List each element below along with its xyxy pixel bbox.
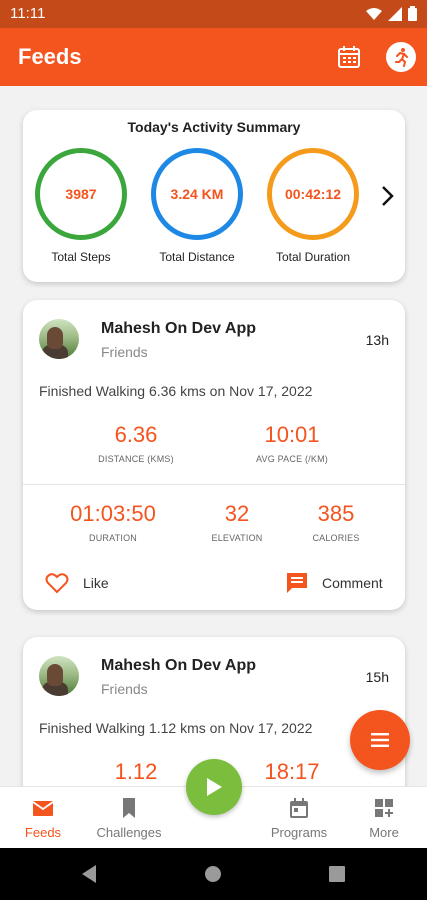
distance-value: 1.12 xyxy=(114,759,158,784)
nav-more-label: More xyxy=(369,825,399,840)
nav-challenges[interactable]: Challenges xyxy=(86,797,172,840)
total-distance-value: 3.24 KM xyxy=(170,186,224,202)
nav-feeds[interactable]: Feeds xyxy=(0,797,86,840)
recents-icon[interactable] xyxy=(328,865,346,883)
status-icons xyxy=(366,6,417,21)
heart-icon xyxy=(45,573,69,594)
total-duration-value: 00:42:12 xyxy=(284,186,342,202)
wifi-icon xyxy=(366,7,382,20)
feed-user-name[interactable]: Mahesh On Dev App xyxy=(101,320,256,338)
mail-icon xyxy=(32,801,54,816)
status-bar: 11:11 xyxy=(0,0,427,28)
menu-icon xyxy=(371,733,389,747)
nav-programs[interactable]: Programs xyxy=(256,797,342,840)
avatar[interactable] xyxy=(39,319,79,359)
comment-icon xyxy=(287,573,307,593)
nav-challenges-label: Challenges xyxy=(96,825,162,840)
start-activity-button[interactable] xyxy=(186,759,242,815)
feed-time-ago: 13h xyxy=(365,332,389,348)
duration-label: DURATION xyxy=(89,533,137,543)
elevation-label: ELEVATION xyxy=(211,533,263,543)
feed-card[interactable]: Mahesh On Dev App Friends 13h Finished W… xyxy=(23,300,405,610)
like-label: Like xyxy=(83,575,109,591)
elevation-value: 32 xyxy=(224,501,250,526)
runner-icon xyxy=(395,48,408,67)
page-title: Feeds xyxy=(18,44,82,69)
pace-value: 18:17 xyxy=(264,759,320,784)
app-bar: Feeds xyxy=(0,28,427,86)
activity-summary-card: Today's Activity Summary 3987 Total Step… xyxy=(23,110,405,282)
calories-label: CALORIES xyxy=(312,533,360,543)
feed-user-name[interactable]: Mahesh On Dev App xyxy=(101,657,256,675)
like-button[interactable]: Like xyxy=(45,572,109,594)
calendar-icon xyxy=(290,798,308,818)
feed-time-ago: 15h xyxy=(365,669,389,685)
total-distance-ring: 3.24 KM xyxy=(151,148,243,240)
summary-title: Today's Activity Summary xyxy=(127,119,301,135)
battery-icon xyxy=(408,6,417,21)
comment-button[interactable]: Comment xyxy=(286,572,383,594)
calories-metric: 385 CALORIES xyxy=(291,501,381,543)
nav-programs-label: Programs xyxy=(270,825,328,840)
feed-activity-text: Finished Walking 1.12 kms on Nov 17, 202… xyxy=(39,720,313,736)
total-duration-ring: 00:42:12 xyxy=(267,148,359,240)
play-icon xyxy=(207,778,222,796)
pace-label: AVG PACE (/KM) xyxy=(256,454,328,464)
elevation-metric: 32 ELEVATION xyxy=(187,501,287,543)
system-nav-bar xyxy=(0,848,427,900)
calories-value: 385 xyxy=(317,501,355,526)
total-distance-label: Total Distance xyxy=(159,250,235,264)
pace-metric: 18:17 xyxy=(227,759,357,785)
pace-value: 10:01 xyxy=(264,422,320,447)
signal-icon xyxy=(388,6,402,21)
feed-group: Friends xyxy=(101,681,148,697)
nav-feeds-label: Feeds xyxy=(24,825,62,840)
duration-value: 01:03:50 xyxy=(70,501,156,526)
profile-button[interactable] xyxy=(386,42,416,72)
total-steps-value: 3987 xyxy=(65,186,97,202)
metrics-divider xyxy=(23,484,405,485)
distance-metric: 6.36 DISTANCE (KMS) xyxy=(71,422,201,464)
feed-activity-text: Finished Walking 6.36 kms on Nov 17, 202… xyxy=(39,383,313,399)
feed-group: Friends xyxy=(101,344,148,360)
pace-metric: 10:01 AVG PACE (/KM) xyxy=(227,422,357,464)
chevron-right-icon[interactable] xyxy=(379,184,395,208)
menu-fab[interactable] xyxy=(350,710,410,770)
duration-metric: 01:03:50 DURATION xyxy=(53,501,173,543)
total-duration-label: Total Duration xyxy=(275,250,351,264)
grid-plus-icon xyxy=(375,799,393,817)
back-icon[interactable] xyxy=(80,864,98,884)
distance-metric: 1.12 xyxy=(71,759,201,785)
total-steps-ring: 3987 xyxy=(35,148,127,240)
distance-value: 6.36 xyxy=(114,422,158,447)
avatar[interactable] xyxy=(39,656,79,696)
bookmark-icon xyxy=(123,798,135,818)
home-icon[interactable] xyxy=(204,865,222,883)
distance-label: DISTANCE (KMS) xyxy=(98,454,174,464)
nav-more[interactable]: More xyxy=(341,797,427,840)
comment-label: Comment xyxy=(322,575,383,591)
total-steps-label: Total Steps xyxy=(51,250,111,264)
status-time: 11:11 xyxy=(10,5,46,22)
calendar-icon[interactable] xyxy=(336,44,362,70)
